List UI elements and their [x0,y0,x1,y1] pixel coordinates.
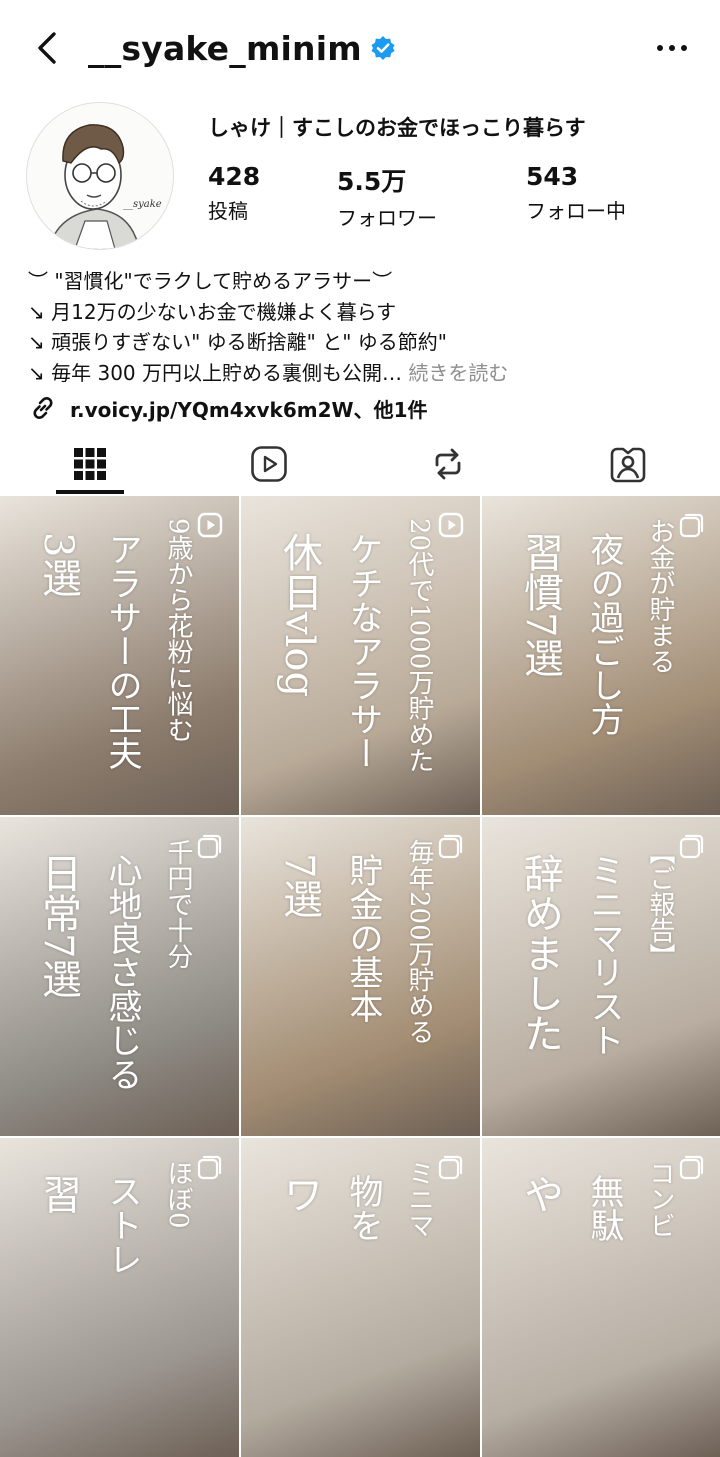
carousel-icon [197,1154,223,1180]
post-thumbnail[interactable]: お金が貯まる 夜の過ごし方 習慣7選 [482,496,720,815]
post-caption-line: ストレ [102,1174,142,1276]
post-caption-line: 物を [343,1174,383,1242]
carousel-icon [197,833,223,859]
post-thumbnail[interactable]: ミニマ 物をワ [241,1138,480,1457]
carousel-icon [438,833,464,859]
carousel-icon [679,512,705,538]
posts-grid: 9歳から花粉に悩む アラサーの工夫 3選 20代で1000万貯めた ケチなアラサー 休日v… [0,496,720,1457]
bio-line: ↘ 月12万の少ないお金で機嫌よく暮らす [28,299,397,324]
post-caption-line: 毎年200万貯める [404,839,434,1045]
reels-icon [251,446,287,482]
followers-count-label: フォロワー [337,206,437,230]
post-caption-line: アラサーの工夫 [102,532,142,770]
post-caption-line: 休日vlog [276,532,322,698]
reel-icon [197,512,223,538]
display-name: しゃけ｜すこしのお金でほっこり暮らす [208,116,586,140]
posts-count-label: 投稿 [208,199,248,223]
back-arrow-icon[interactable] [28,28,68,68]
post-caption-line: 3選 [35,532,81,598]
post-thumbnail[interactable]: 千円で十分 心地良さ感じる 日常7選 [0,817,239,1136]
verified-badge-icon [371,36,395,60]
post-caption-line: コンビ [645,1160,675,1238]
following-count-value: 543 [526,162,579,191]
post-caption-line: 【ご報告】 [645,839,675,969]
bio-line: ↘ 頑張りすぎない" ゆる断捨離" と" ゆる節約" [28,330,447,354]
bio-line: ︶ "習慣化"でラクして貯めるアラサー︶ [28,269,393,293]
post-caption-line: 夜の過ごし方 [584,532,624,736]
carousel-icon [679,1154,705,1180]
bio: ︶ "習慣化"でラクして貯めるアラサー︶ ↘ 月12万の少ないお金で機嫌よく暮ら… [28,266,508,388]
post-caption-line: ミニマリスト [584,853,624,1057]
posts-count[interactable]: 428 投稿 [208,162,260,224]
post-caption-line: 7選 [276,853,322,919]
post-caption-line: 習慣7選 [517,532,563,678]
reel-icon [438,512,464,538]
read-more-link[interactable]: 続きを読む [408,361,508,385]
more-options-icon[interactable] [652,30,692,66]
post-caption-line: ワ [276,1174,322,1214]
followers-count-value: 5.5万 [337,167,407,196]
following-count-label: フォロー中 [526,199,626,223]
username: __syake_minim [88,28,362,68]
tab-tagged[interactable] [568,436,688,492]
tab-grid[interactable] [30,436,150,492]
post-caption-line: 貯金の基本 [343,853,383,1023]
post-thumbnail[interactable]: 20代で1000万貯めた ケチなアラサー 休日vlog [241,496,480,815]
active-tab-indicator [56,490,124,494]
link-icon [33,397,53,419]
post-caption-line: ほぼ0 [163,1160,193,1229]
profile-link[interactable]: r.voicy.jp/YQm4xvk6m2W、他1件 [28,393,428,423]
avatar-illustration: __syake [27,103,173,249]
post-caption-line: 千円で十分 [163,839,193,969]
post-thumbnail[interactable]: コンビ 無駄や [482,1138,720,1457]
tab-reels[interactable] [209,436,329,492]
following-count[interactable]: 543 フォロー中 [526,162,626,224]
repost-icon [435,448,461,480]
post-caption-line: ミニマ [404,1160,434,1238]
post-thumbnail[interactable]: ほぼ0 ストレ習 [0,1138,239,1457]
tab-reposts[interactable] [388,436,508,492]
post-caption-line: や [517,1174,563,1214]
post-caption-line: 20代で1000万貯めた [404,518,434,774]
post-caption-line: ケチなアラサー [343,532,383,770]
post-caption-line: 習 [35,1174,81,1214]
profile-link-text: r.voicy.jp/YQm4xvk6m2W、他1件 [70,397,428,422]
posts-count-value: 428 [208,162,261,191]
post-caption-line: 辞めました [517,853,563,1053]
grid-icon [74,448,106,480]
post-caption-line: 日常7選 [35,853,81,999]
bio-line: ↘ 毎年 300 万円以上貯める裏側も公開… [28,360,403,385]
profile-avatar[interactable]: __syake [26,102,174,250]
carousel-icon [679,833,705,859]
followers-count[interactable]: 5.5万 フォロワー [337,162,437,231]
post-caption-line: 無駄 [584,1174,624,1242]
post-thumbnail[interactable]: 9歳から花粉に悩む アラサーの工夫 3選 [0,496,239,815]
post-thumbnail[interactable]: 【ご報告】 ミニマリスト 辞めました [482,817,720,1136]
post-thumbnail[interactable]: 毎年200万貯める 貯金の基本 7選 [241,817,480,1136]
avatar-signature: __syake [123,199,162,210]
post-caption-line: お金が貯まる [645,518,675,674]
post-caption-line: 9歳から花粉に悩む [163,518,193,743]
post-caption-line: 心地良さ感じる [102,853,142,1091]
carousel-icon [438,1154,464,1180]
username-header: __syake_minim [88,24,396,72]
tagged-user-icon [610,447,646,483]
